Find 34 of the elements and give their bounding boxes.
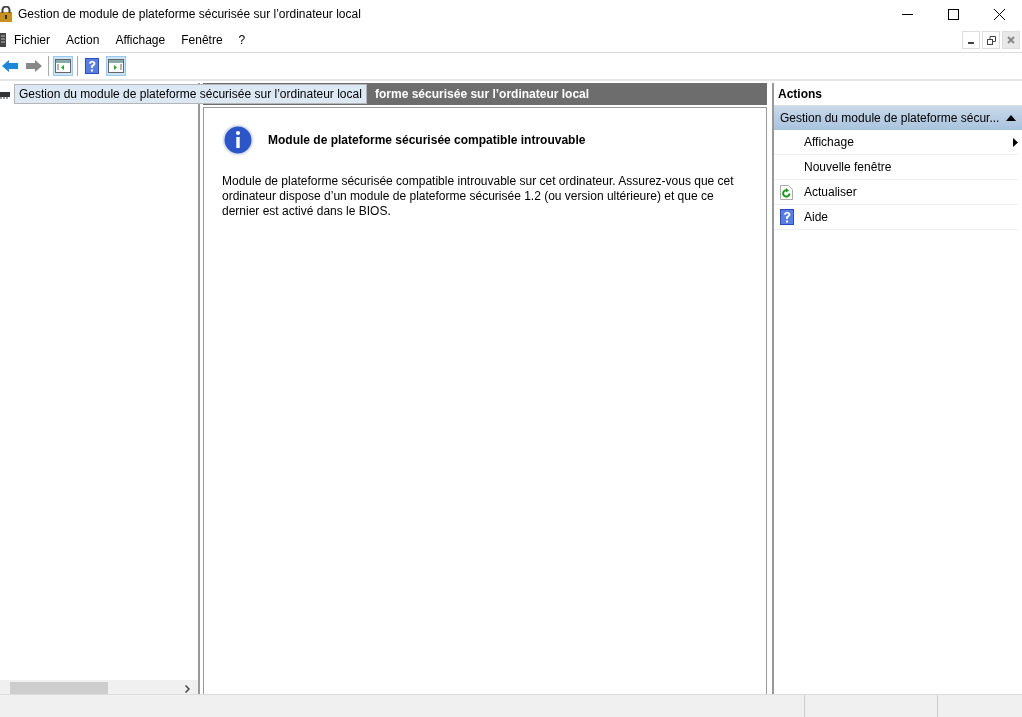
help-icon [780,209,794,225]
collapse-icon[interactable] [1006,115,1016,121]
menu-item[interactable]: Fenêtre [173,33,231,47]
refresh-icon [780,184,793,200]
close-icon [993,8,1005,20]
document-icon[interactable] [0,33,6,47]
menu-item[interactable]: ? [230,33,254,47]
message-title: Module de plateforme sécurisée compatible introuvable [268,133,586,147]
submenu-arrow-icon [1013,137,1018,147]
maximize-icon [947,8,959,20]
close-icon [1007,36,1015,44]
restore-icon [986,35,996,45]
actions-section-header[interactable]: Gestion du module de plateforme sécur... [774,106,1022,130]
scroll-right-icon[interactable] [185,684,190,693]
app-icon [0,6,12,22]
minimize-button[interactable] [962,31,980,49]
help-button[interactable] [82,56,102,76]
menu-item[interactable]: Fichier [6,33,58,47]
info-icon [222,124,254,156]
message-text: Module de plateforme sécurisée compatible introuvable sur cet ordinateur. Assurez-vous que cet ordinateur dispose d’un module de plateforme sécurisée 1.2 (ou version ultérieure) et que ce dernier est activé dans le BIOS. [222,174,735,219]
window-title: Gestion de module de plateforme sécurisée sur l’ordinateur local [18,7,362,21]
menu-item[interactable]: Affichage [107,33,174,47]
pane-command[interactable]: Affichage [774,130,1018,155]
pane-command[interactable]: Aide [774,205,1018,230]
show-tree-button[interactable] [53,56,73,76]
chip-icon [0,89,10,99]
show-actions-button[interactable] [106,56,126,76]
scrollbar-thumb[interactable] [10,681,108,696]
help-icon [85,58,99,74]
menu-item[interactable]: Action [58,33,108,47]
restore-button[interactable] [982,31,1000,49]
pane-command[interactable]: Actualiser [774,180,1018,205]
pane-command[interactable]: Nouvelle fenêtre [774,155,1018,180]
tree-item[interactable]: Gestion du module de plateforme sécurisée sur l’ordinateur local [14,84,367,104]
